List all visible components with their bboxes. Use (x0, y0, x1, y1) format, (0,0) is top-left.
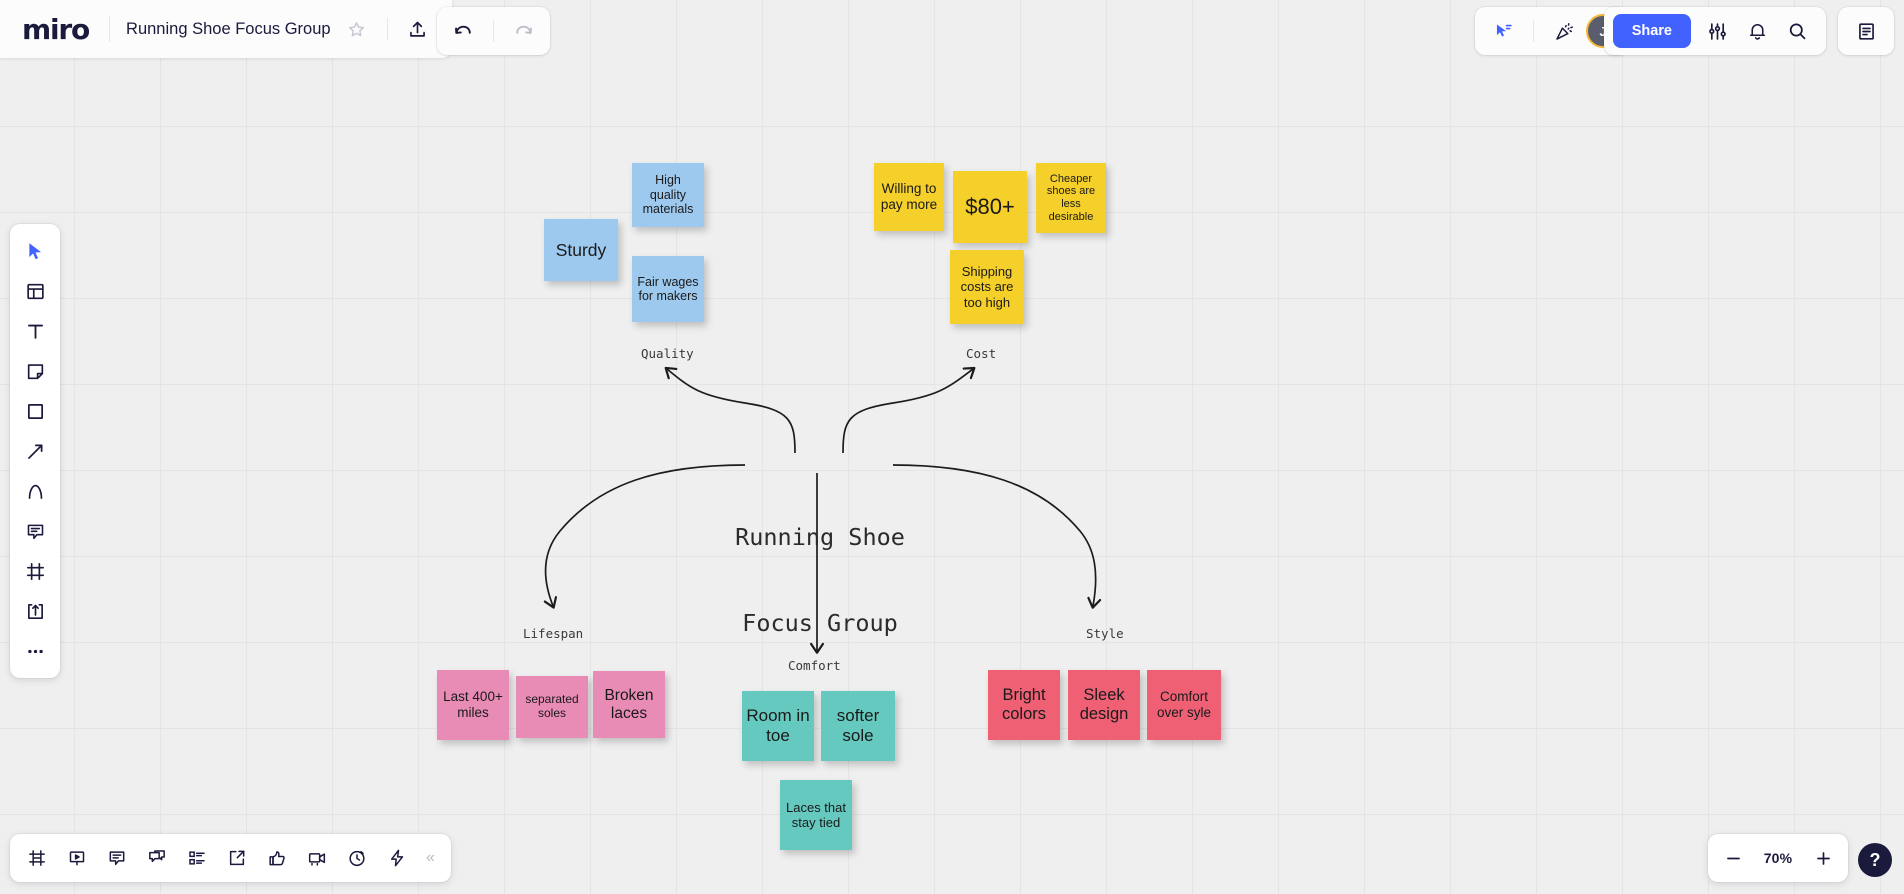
notes-panel-group (1838, 7, 1894, 55)
board-header-group: miro Running Shoe Focus Group (0, 0, 452, 58)
collapse-left-icon[interactable]: « (418, 849, 443, 867)
sticky-note[interactable]: Last 400+ miles (437, 670, 509, 740)
share-actions-group: Share (1604, 7, 1826, 55)
arrow-tool[interactable] (16, 432, 54, 470)
branch-label-quality[interactable]: Quality (641, 346, 694, 361)
more-tools-icon[interactable] (16, 632, 54, 670)
sticky-note[interactable]: Cheaper shoes are less desirable (1036, 163, 1106, 233)
templates-tool[interactable] (16, 272, 54, 310)
upload-icon[interactable] (398, 9, 438, 49)
center-title-line-1: Running Shoe (700, 523, 940, 552)
sticky-note[interactable]: $80+ (953, 171, 1027, 243)
help-button[interactable]: ? (1858, 843, 1892, 877)
video-chat-button[interactable] (298, 839, 336, 877)
shape-tool[interactable] (16, 392, 54, 430)
sticky-note[interactable]: High quality materials (632, 163, 704, 227)
branch-label-style[interactable]: Style (1086, 626, 1124, 641)
sticky-note[interactable]: Sleek design (1068, 670, 1140, 740)
undo-redo-group (437, 7, 550, 55)
chat-button[interactable] (138, 839, 176, 877)
presentation-button[interactable] (58, 839, 96, 877)
sticky-note[interactable]: Sturdy (544, 219, 618, 281)
confetti-icon[interactable] (1544, 11, 1584, 51)
cursor-share-icon[interactable] (1483, 11, 1523, 51)
sticky-note[interactable]: softer sole (821, 691, 895, 761)
sliders-icon[interactable] (1697, 11, 1737, 51)
sticky-note[interactable]: Fair wages for makers (632, 256, 704, 322)
zoom-controls: 70% (1708, 834, 1848, 882)
divider (493, 20, 494, 42)
star-icon[interactable] (337, 9, 377, 49)
reactions-button[interactable] (258, 839, 296, 877)
sticky-note[interactable]: Bright colors (988, 670, 1060, 740)
bottom-tool-bar: « (10, 834, 451, 882)
divider (1533, 20, 1534, 42)
sticky-note[interactable]: Shipping costs are too high (950, 250, 1024, 324)
divider (387, 18, 388, 40)
board-canvas[interactable]: Running Shoe Focus Group Quality Cost Life… (0, 58, 1904, 894)
redo-icon[interactable] (504, 11, 544, 51)
bell-icon[interactable] (1737, 11, 1777, 51)
branch-label-comfort[interactable]: Comfort (788, 658, 841, 673)
search-icon[interactable] (1777, 11, 1817, 51)
sticky-note-tool[interactable] (16, 352, 54, 390)
tasks-button[interactable] (178, 839, 216, 877)
comments-button[interactable] (98, 839, 136, 877)
divider (109, 16, 110, 42)
zoom-out-button[interactable] (1714, 839, 1752, 877)
pen-tool[interactable] (16, 472, 54, 510)
left-tool-palette (10, 224, 60, 678)
sticky-note[interactable]: separated soles (516, 676, 588, 738)
comment-tool[interactable] (16, 512, 54, 550)
sticky-note[interactable]: Laces that stay tied (780, 780, 852, 850)
frames-panel-button[interactable] (18, 839, 56, 877)
sticky-note[interactable]: Room in toe (742, 691, 814, 761)
notes-panel-icon[interactable] (1846, 11, 1886, 51)
center-title-line-2: Focus Group (700, 609, 940, 638)
timer-button[interactable] (338, 839, 376, 877)
quick-actions-button[interactable] (378, 839, 416, 877)
miro-logo[interactable]: miro (22, 13, 93, 46)
frame-tool[interactable] (16, 552, 54, 590)
sticky-note[interactable]: Willing to pay more (874, 163, 944, 231)
export-button[interactable] (218, 839, 256, 877)
share-button[interactable]: Share (1613, 14, 1691, 48)
select-tool[interactable] (16, 232, 54, 270)
sticky-note[interactable]: Comfort over syle (1147, 670, 1221, 740)
zoom-level-label[interactable]: 70% (1754, 850, 1802, 866)
undo-icon[interactable] (443, 11, 483, 51)
board-title[interactable]: Running Shoe Focus Group (126, 20, 337, 39)
upload-box-icon[interactable] (16, 592, 54, 630)
mindmap-connectors (0, 58, 1904, 894)
zoom-in-button[interactable] (1804, 839, 1842, 877)
text-tool[interactable] (16, 312, 54, 350)
branch-label-cost[interactable]: Cost (966, 346, 996, 361)
branch-label-lifespan[interactable]: Lifespan (523, 626, 583, 641)
sticky-note[interactable]: Broken laces (593, 671, 665, 738)
